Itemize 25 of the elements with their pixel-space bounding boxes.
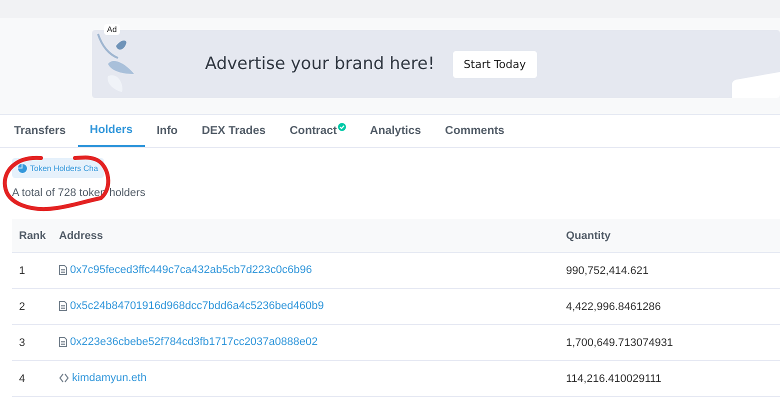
pie-chart-icon [18,164,27,172]
tab[interactable]: DEX Trades [190,115,278,147]
tab[interactable]: Contract [278,115,358,147]
quantity-cell: 4,422,996.8461286 [566,288,780,324]
tab[interactable]: Info [144,115,190,147]
document-icon [59,300,67,310]
ad-headline: Advertise your brand here! [205,54,435,74]
rank-cell: 1 [12,252,59,288]
tab[interactable]: Comments [433,115,516,147]
start-today-button[interactable]: Start Today [452,50,537,78]
quantity-cell: 990,752,414.621 [566,252,780,288]
ad-badge: Ad [104,24,120,35]
column-header: Quantity [566,219,780,252]
column-header: Address [59,219,566,252]
tab[interactable]: Transfers [2,115,78,147]
rank-cell: 2 [12,288,59,324]
quantity-cell: 114,216.410029111 [566,360,780,396]
rank-cell: 4 [12,360,59,396]
code-brackets-icon [59,372,69,382]
quantity-cell: 1,700,649.713074931 [566,324,780,360]
column-header: Rank [12,219,59,252]
tab[interactable]: Analytics [358,115,434,147]
document-icon [59,336,67,346]
document-icon [59,264,67,274]
rank-cell: 3 [12,324,59,360]
